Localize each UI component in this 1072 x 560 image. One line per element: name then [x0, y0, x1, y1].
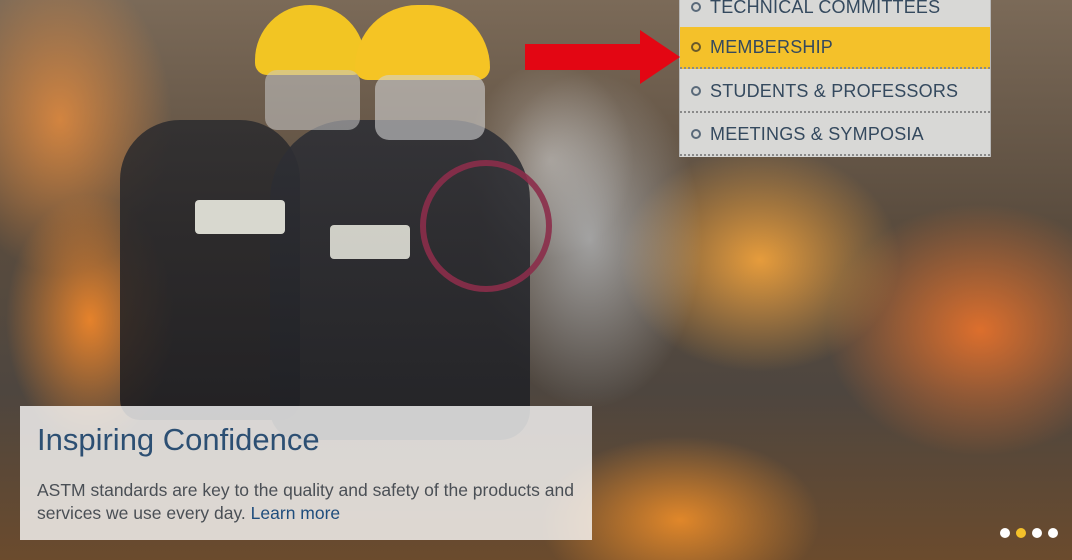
hero-caption: Inspiring Confidence ASTM standards are …: [20, 406, 592, 540]
menu-item-label: STUDENTS & PROFESSORS: [710, 80, 959, 101]
carousel-dot-active[interactable]: [1016, 528, 1026, 538]
menu-item-technical-committees[interactable]: TECHNICAL COMMITTEES: [680, 0, 990, 29]
menu-item-membership[interactable]: MEMBERSHIP: [680, 27, 990, 69]
menu-item-students-professors[interactable]: STUDENTS & PROFESSORS: [680, 71, 990, 113]
reflective-stripe: [195, 200, 285, 234]
learn-more-link[interactable]: Learn more: [251, 503, 341, 523]
carousel-dots: [1000, 528, 1058, 538]
reflective-stripe: [330, 225, 410, 259]
carousel-dot[interactable]: [1048, 528, 1058, 538]
helmet-image: [355, 5, 490, 80]
circle-bullet-icon: [691, 42, 701, 52]
hero-description: ASTM standards are key to the quality an…: [37, 479, 577, 525]
menu-item-label: TECHNICAL COMMITTEES: [710, 0, 941, 17]
red-arrow-icon: [525, 30, 680, 84]
visor-image: [265, 70, 360, 130]
hose-nozzle-image: [420, 160, 552, 292]
circle-bullet-icon: [691, 2, 701, 12]
carousel-dot[interactable]: [1000, 528, 1010, 538]
carousel-dot[interactable]: [1032, 528, 1042, 538]
menu-item-label: MEETINGS & SYMPOSIA: [710, 123, 924, 144]
helmet-image: [255, 5, 365, 75]
circle-bullet-icon: [691, 129, 701, 139]
dropdown-menu: TECHNICAL COMMITTEES MEMBERSHIP STUDENTS…: [679, 0, 991, 157]
visor-image: [375, 75, 485, 140]
menu-item-meetings-symposia[interactable]: MEETINGS & SYMPOSIA: [680, 114, 990, 156]
menu-item-label: MEMBERSHIP: [710, 36, 834, 57]
circle-bullet-icon: [691, 86, 701, 96]
hero-title: Inspiring Confidence: [37, 422, 320, 457]
